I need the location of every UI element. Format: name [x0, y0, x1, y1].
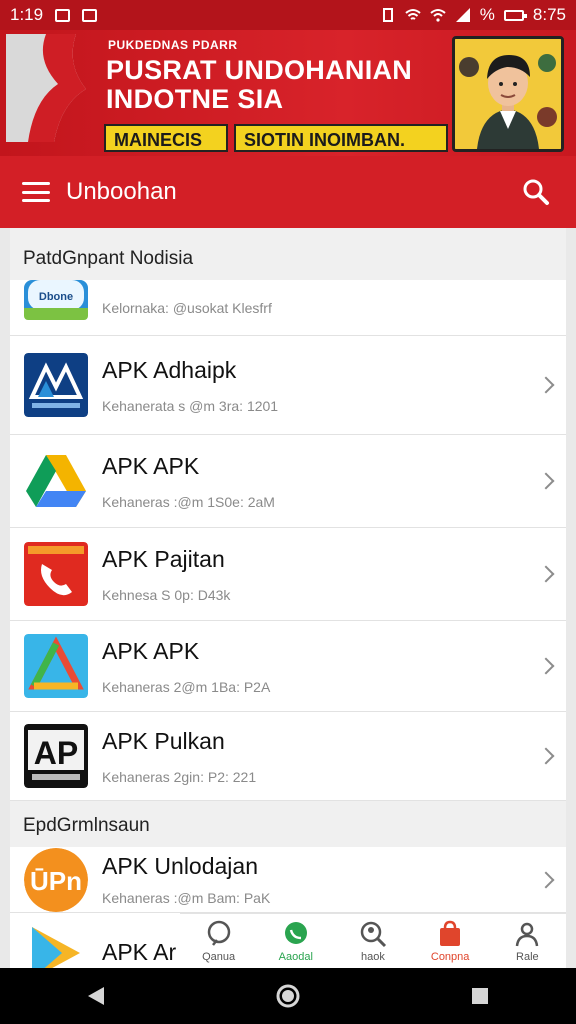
- image-notification-icon: [82, 8, 98, 22]
- chevron-right-icon: [537, 747, 555, 765]
- play-app-icon: [24, 921, 88, 968]
- svg-text:Dbone: Dbone: [39, 291, 73, 303]
- list-item[interactable]: APK Pajitan Kehnesa S 0p: D43k: [10, 528, 566, 621]
- app-title: Unboohan: [66, 178, 177, 205]
- list-item[interactable]: AP APK Pulkan Kehaneras 2gin: P2: 221: [10, 712, 566, 801]
- home-circle-icon: [276, 984, 300, 1008]
- bag-icon: [440, 920, 461, 946]
- vibrate-icon: [382, 8, 393, 22]
- list-item[interactable]: Dbone Kelornaka: @usokat Klesfrf: [10, 279, 566, 336]
- signal-icon: [455, 8, 470, 22]
- svg-text:ŪPn: ŪPn: [30, 866, 82, 896]
- banner-title: PUSRAT UNDOHANIAN INDOTNE SIA: [106, 56, 412, 114]
- nav-label: haok: [361, 951, 385, 963]
- flag-ribbon-icon: [6, 34, 86, 142]
- chevron-right-icon: [537, 472, 555, 490]
- nav-item-qanua[interactable]: Qanua: [184, 919, 254, 963]
- bottom-navigation: Qanua Aaodal haok Conpna Rale: [180, 913, 566, 968]
- list-item[interactable]: APK Adhaipk Kehanerata s @m 3ra: 1201: [10, 336, 566, 435]
- banner-title-line2: INDOTNE SIA: [106, 84, 284, 114]
- app-subtitle: Kehaneras :@m Bam: PaK: [102, 890, 271, 906]
- nav-label: Aaodal: [278, 951, 313, 963]
- list-item[interactable]: ŪPn APK Unlodajan Kehaneras :@m Bam: PaK: [10, 847, 566, 913]
- nav-item-haok[interactable]: haok: [338, 919, 408, 963]
- search-person-icon: [360, 921, 387, 948]
- back-triangle-icon: [88, 987, 104, 1005]
- nav-label: Qanua: [202, 951, 236, 963]
- chat-icon: [207, 920, 230, 946]
- nav-label: Conpna: [430, 951, 470, 963]
- section-header: EpdGrmlnsaun: [10, 801, 566, 847]
- app-title: APK Ar: [102, 939, 177, 965]
- app-list[interactable]: PatdGnpant Nodisia Dbone Kelornaka: @uso…: [10, 228, 566, 968]
- people-icon: [516, 922, 539, 947]
- ap-logo-app-icon: AP: [24, 724, 88, 788]
- nav-item-conpna[interactable]: Conpna: [415, 919, 485, 963]
- phone-app-icon: [24, 542, 88, 606]
- person-illustration-icon: [455, 39, 561, 149]
- drive-app-icon: [24, 449, 88, 513]
- banner-title-line1: PUSRAT UNDOHANIAN: [106, 55, 413, 85]
- notification-icon: [55, 8, 71, 22]
- app-title: APK Unlodajan: [102, 853, 258, 879]
- search-icon[interactable]: [522, 178, 550, 206]
- whatsapp-icon: [284, 922, 307, 944]
- blue-triangle-app-icon: [24, 353, 88, 417]
- wifi-icon: [405, 9, 421, 20]
- list-item[interactable]: APK APK Kehaneras :@m 1S0e: 2aM: [10, 435, 566, 528]
- app-subtitle: Kelornaka: @usokat Klesfrf: [102, 299, 272, 316]
- gradient-triangle-app-icon: [24, 634, 88, 698]
- recents-button[interactable]: [460, 976, 500, 1016]
- chevron-right-icon: [537, 376, 555, 394]
- banner-pill-1[interactable]: MAINECIS: [104, 124, 228, 152]
- system-navigation-bar: [0, 968, 576, 1024]
- status-time-left: 1:19: [10, 5, 44, 24]
- portrait-image: [452, 36, 564, 152]
- app-title: APK Pajitan: [102, 545, 225, 572]
- list-item[interactable]: APK APK Kehaneras 2@m 1Ba: P2A: [10, 621, 566, 712]
- app-title: APK Adhaipk: [102, 356, 237, 383]
- battery-percent: %: [479, 5, 495, 24]
- status-time-right: 8:75: [532, 5, 566, 24]
- section-header: PatdGnpant Nodisia: [10, 228, 566, 280]
- home-button[interactable]: [268, 976, 308, 1016]
- promo-banner[interactable]: PUKDEDNAS PDARR PUSRAT UNDOHANIAN INDOTN…: [0, 30, 576, 156]
- hamburger-menu-icon[interactable]: [22, 182, 50, 202]
- chevron-right-icon: [537, 657, 555, 675]
- svg-text:AP: AP: [34, 735, 78, 771]
- partial-app-icon: Dbone: [24, 279, 88, 320]
- app-subtitle: Kehnesa S 0p: D43k: [102, 586, 231, 603]
- app-title: APK Pulkan: [102, 727, 225, 754]
- battery-icon: [503, 9, 527, 21]
- app-subtitle: Kehaneras :@m 1S0e: 2aM: [102, 493, 275, 510]
- app-title: APK APK: [102, 637, 200, 664]
- chevron-right-icon: [537, 565, 555, 583]
- status-bar: 1:19 % 8:75: [0, 0, 576, 30]
- opn-app-icon: ŪPn: [24, 847, 88, 912]
- banner-subtitle: PUKDEDNAS PDARR: [108, 38, 238, 52]
- banner-pill-2[interactable]: SIOTIN INOIMBAN.: [234, 124, 448, 152]
- recents-square-icon: [472, 988, 488, 1004]
- chevron-right-icon: [537, 871, 555, 888]
- app-title: APK APK: [102, 452, 200, 479]
- wifi-alt-icon: [430, 9, 446, 22]
- app-subtitle: Kehaneras 2@m 1Ba: P2A: [102, 678, 271, 695]
- app-bar: Unboohan: [0, 156, 576, 228]
- app-subtitle: Kehaneras 2gin: P2: 221: [102, 768, 257, 785]
- app-subtitle: Kehanerata s @m 3ra: 1201: [102, 397, 279, 414]
- nav-item-aaodal[interactable]: Aaodal: [261, 919, 331, 963]
- nav-label: Rale: [516, 951, 539, 963]
- back-button[interactable]: [76, 976, 116, 1016]
- nav-item-rale[interactable]: Rale: [492, 919, 562, 963]
